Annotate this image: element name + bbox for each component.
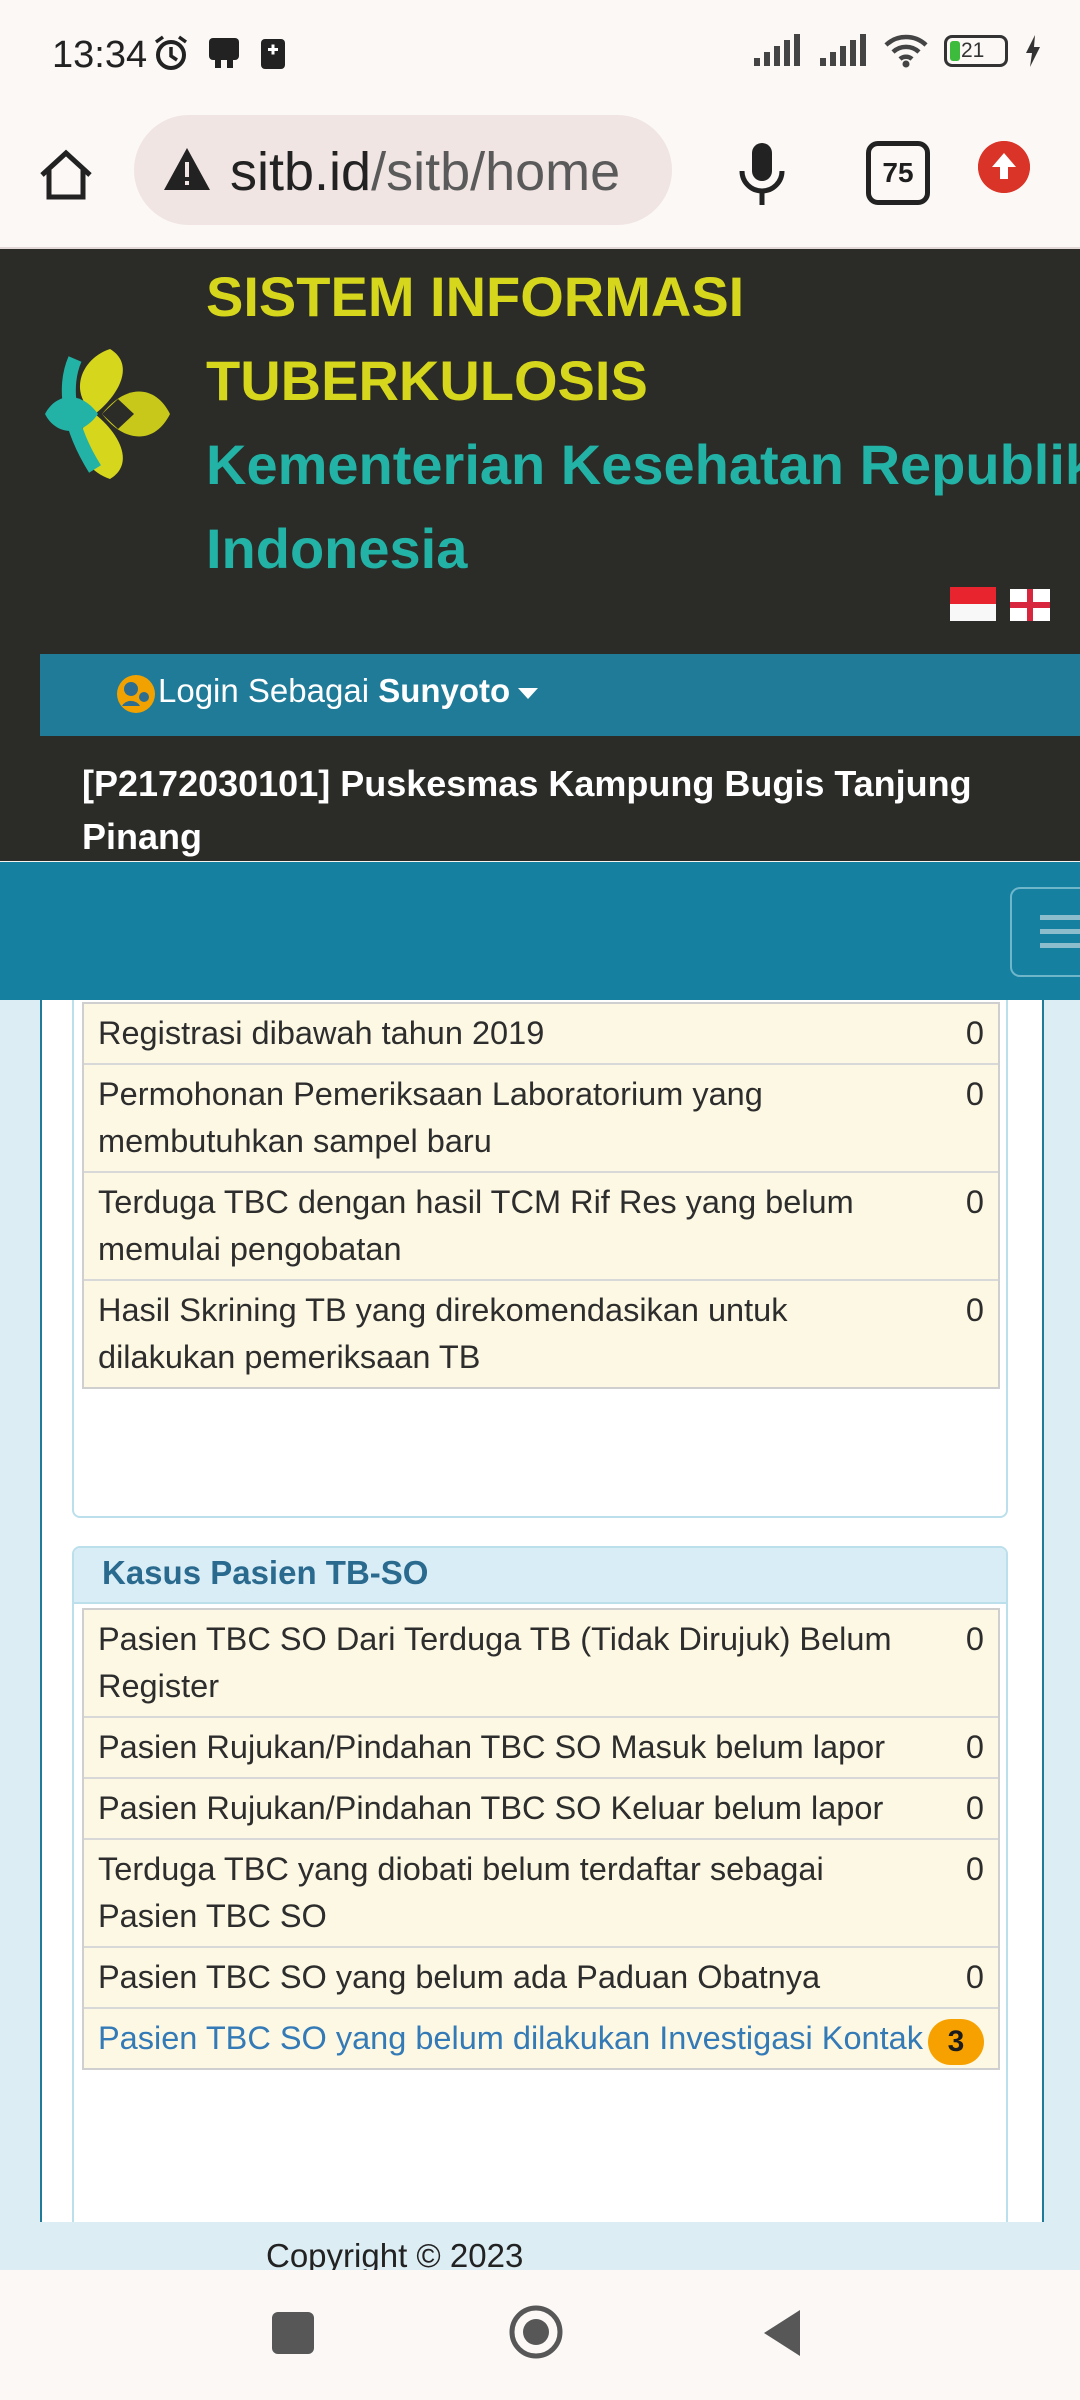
- wifi-icon: [884, 34, 928, 68]
- charging-icon: [1026, 35, 1040, 67]
- hamburger-icon: [1040, 929, 1080, 934]
- notification-panel: Registrasi dibawah tahun 2019 0 Permohon…: [72, 1000, 1008, 1518]
- list-item-label: Pasien TBC SO yang belum ada Paduan Obat…: [98, 1959, 821, 1995]
- list-item-count: 0: [965, 1621, 984, 1657]
- login-dropdown[interactable]: Login Sebagai Sunyoto: [158, 672, 539, 710]
- system-navigation-bar: [0, 2270, 1080, 2400]
- site-subtitle-line2: Indonesia: [206, 517, 468, 580]
- list-item: Permohonan Pemeriksaan Laboratorium yang…: [84, 1065, 998, 1173]
- home-icon[interactable]: [34, 143, 98, 207]
- home-button[interactable]: [508, 2304, 564, 2360]
- site-title: SISTEM INFORMASI: [206, 265, 745, 328]
- status-time: 13:34: [52, 34, 148, 76]
- list-item-label: Terduga TBC dengan hasil TCM Rif Res yan…: [98, 1184, 854, 1267]
- list-item-count: 0: [965, 1959, 984, 1995]
- site-header: SISTEM INFORMASI TUBERKULOSIS Kementeria…: [0, 249, 1080, 861]
- list-item: Hasil Skrining TB yang direkomendasikan …: [84, 1281, 998, 1387]
- list-item: Pasien TBC SO yang belum ada Paduan Obat…: [84, 1948, 998, 2009]
- alarm-icon: [154, 35, 188, 70]
- list-item-count: 0: [965, 1015, 984, 1051]
- list-item-count: 0: [965, 1790, 984, 1826]
- list-item-count: 0: [965, 1184, 984, 1220]
- warning-icon[interactable]: [162, 146, 212, 192]
- page-frame: Registrasi dibawah tahun 2019 0 Permohon…: [40, 1000, 1044, 2222]
- login-prefix: Login Sebagai: [158, 672, 379, 709]
- microphone-icon[interactable]: [730, 139, 794, 209]
- site-subtitle: Kementerian Kesehatan Republik: [206, 433, 1080, 496]
- list-item: Terduga TBC yang diobati belum terdaftar…: [84, 1840, 998, 1948]
- england-flag-icon[interactable]: [1010, 589, 1050, 621]
- list-item-count: 0: [965, 1729, 984, 1765]
- address-bar[interactable]: sitb.id/sitb/home: [134, 115, 672, 225]
- login-bar: Login Sebagai Sunyoto: [40, 654, 1080, 736]
- back-button[interactable]: [760, 2308, 804, 2358]
- update-icon[interactable]: [978, 141, 1030, 193]
- list-item: Pasien TBC SO Dari Terduga TB (Tidak Dir…: [84, 1610, 998, 1718]
- footer: [0, 2222, 1080, 2270]
- user-icon[interactable]: [116, 674, 156, 714]
- list-item-link[interactable]: Pasien TBC SO yang belum dilakukan Inves…: [84, 2009, 998, 2068]
- url-host: sitb.id: [230, 142, 372, 202]
- hamburger-icon: [1040, 915, 1080, 920]
- notification-icon: [209, 38, 239, 68]
- list-item-count: 0: [965, 1076, 984, 1112]
- list-item: Pasien Rujukan/Pindahan TBC SO Masuk bel…: [84, 1718, 998, 1779]
- main-content: Registrasi dibawah tahun 2019 0 Permohon…: [0, 1000, 1080, 2222]
- tb-so-table: Pasien TBC SO Dari Terduga TB (Tidak Dir…: [82, 1608, 1000, 2070]
- battery-level: 21: [961, 39, 985, 62]
- investigasi-kontak-link[interactable]: Pasien TBC SO yang belum dilakukan Inves…: [84, 2009, 998, 2068]
- panel-heading: Kasus Pasien TB-SO: [74, 1548, 1006, 1604]
- count-badge: 3: [928, 2019, 984, 2065]
- list-item-label: Pasien TBC SO Dari Terduga TB (Tidak Dir…: [98, 1621, 892, 1704]
- kemenkes-logo: [45, 349, 170, 479]
- panel-title: Kasus Pasien TB-SO: [102, 1554, 429, 1591]
- facility-name: [P2172030101] Puskesmas Kampung Bugis Ta…: [82, 763, 972, 857]
- status-icons-left: [152, 34, 288, 72]
- list-item-label: Registrasi dibawah tahun 2019: [98, 1015, 545, 1051]
- tab-switcher-button[interactable]: 75: [866, 141, 930, 205]
- list-item-label: Permohonan Pemeriksaan Laboratorium yang…: [98, 1076, 763, 1159]
- login-username: Sunyoto: [378, 672, 511, 709]
- chevron-down-icon: [518, 687, 539, 699]
- list-item-label: Hasil Skrining TB yang direkomendasikan …: [98, 1292, 788, 1375]
- list-item: Pasien Rujukan/Pindahan TBC SO Keluar be…: [84, 1779, 998, 1840]
- indonesia-flag-icon[interactable]: [950, 587, 996, 621]
- url-text[interactable]: sitb.id/sitb/home: [230, 141, 620, 203]
- battery-icon: 21: [944, 35, 1008, 67]
- browser-toolbar: sitb.id/sitb/home 75: [0, 115, 1080, 249]
- list-item-label: Pasien Rujukan/Pindahan TBC SO Masuk bel…: [98, 1729, 886, 1765]
- main-navbar: [0, 862, 1080, 1000]
- sim-icon: [261, 39, 285, 69]
- list-item: Registrasi dibawah tahun 2019 0: [84, 1004, 998, 1065]
- signal-icon: [754, 34, 800, 66]
- menu-toggle-button[interactable]: [1010, 887, 1080, 977]
- list-item-label: Pasien Rujukan/Pindahan TBC SO Keluar be…: [98, 1790, 884, 1826]
- list-item: Terduga TBC dengan hasil TCM Rif Res yan…: [84, 1173, 998, 1281]
- list-item-count: 0: [965, 1851, 984, 1887]
- status-icons-right: 21: [752, 34, 1042, 68]
- tb-so-panel: Kasus Pasien TB-SO Pasien TBC SO Dari Te…: [72, 1546, 1008, 2222]
- status-bar: 13:34 21: [0, 0, 1080, 115]
- notification-table: Registrasi dibawah tahun 2019 0 Permohon…: [82, 1002, 1000, 1389]
- site-title-line2: TUBERKULOSIS: [206, 349, 648, 412]
- list-item-count: 0: [965, 1292, 984, 1328]
- signal-icon: [820, 34, 866, 66]
- url-path: /sitb/home: [371, 142, 621, 202]
- hamburger-icon: [1040, 943, 1080, 948]
- list-item-label: Terduga TBC yang diobati belum terdaftar…: [98, 1851, 824, 1934]
- recents-button[interactable]: [272, 2312, 314, 2354]
